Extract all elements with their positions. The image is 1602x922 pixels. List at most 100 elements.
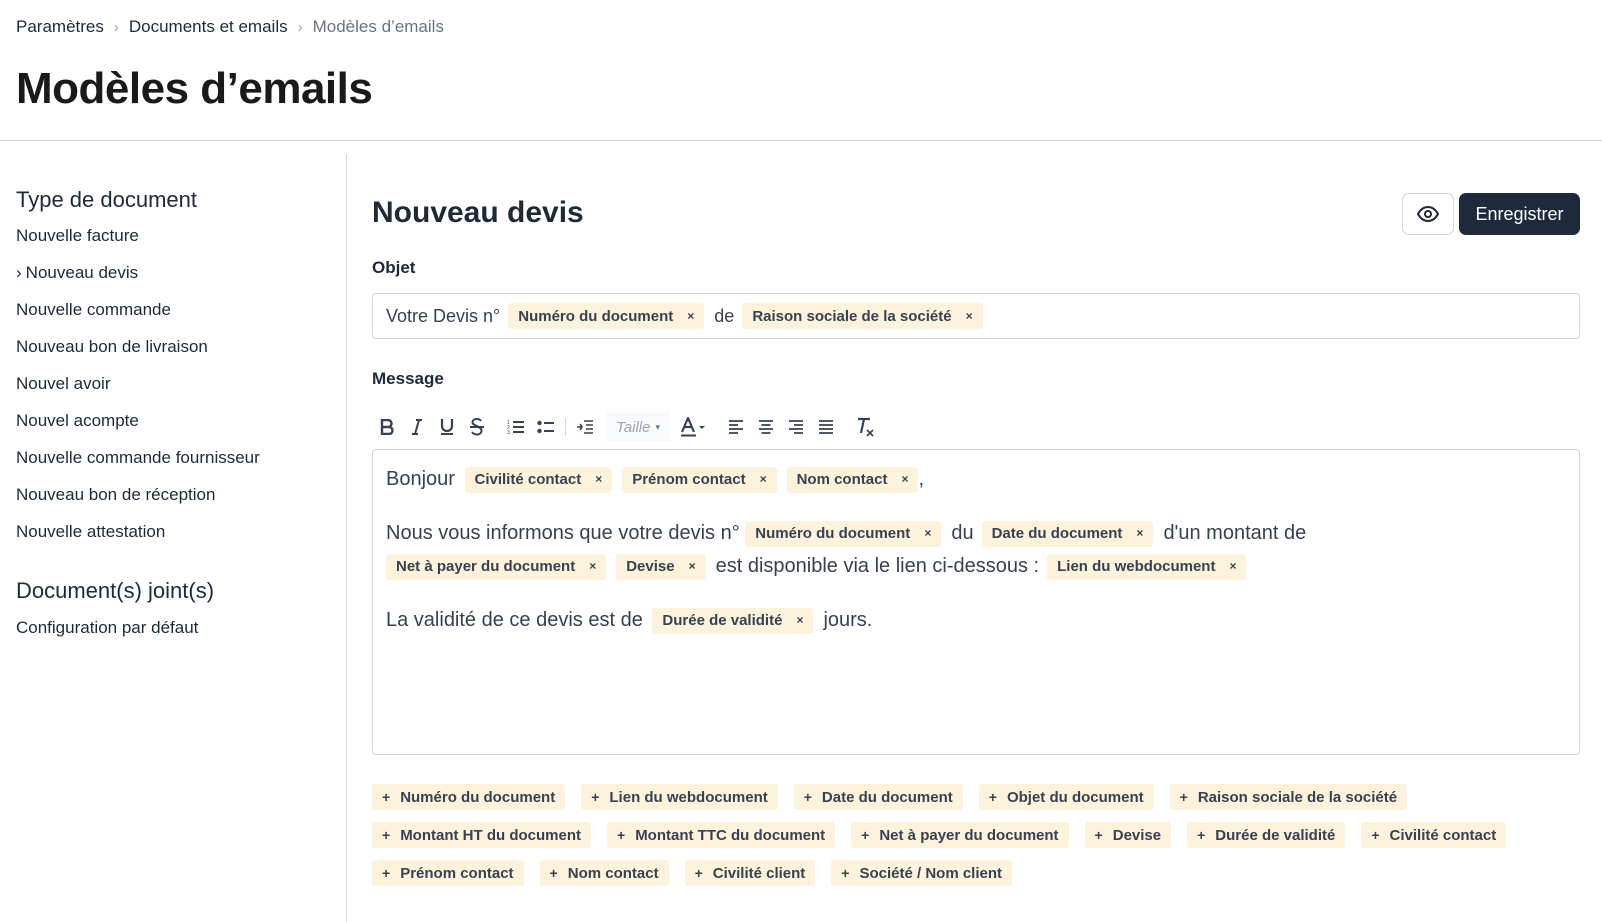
sidebar-item-nouveau-bon-livraison[interactable]: Nouveau bon de livraison — [16, 337, 208, 357]
italic-button[interactable] — [402, 412, 432, 442]
add-variable-button[interactable]: + Civilité client — [684, 860, 816, 886]
chip-label: Devise — [626, 558, 675, 576]
add-variable-button[interactable]: + Montant TTC du document — [607, 822, 836, 848]
plus-icon: + — [382, 789, 391, 805]
add-variable-button[interactable]: + Raison sociale de la société — [1169, 784, 1408, 810]
plus-icon: + — [617, 827, 626, 843]
message-line: La validité de ce devis est de Durée de … — [386, 604, 1566, 637]
sidebar-item-label: Nouvelle facture — [16, 226, 139, 245]
add-variable-button[interactable]: + Date du document — [793, 784, 963, 810]
font-size-select[interactable]: Taille ▾ — [606, 412, 670, 442]
message-text: , — [918, 468, 925, 490]
chevron-right-icon: › — [113, 18, 119, 36]
subject-text: Votre Devis n° — [386, 305, 501, 326]
add-variable-label: Nom contact — [567, 864, 659, 882]
bold-button[interactable] — [372, 412, 402, 442]
sidebar-item-label: Nouvelle commande fournisseur — [16, 448, 260, 467]
add-variable-button[interactable]: + Nom contact — [539, 860, 669, 886]
toolbar-divider — [565, 418, 566, 436]
align-right-button[interactable] — [781, 412, 811, 442]
indent-button[interactable] — [570, 412, 600, 442]
sidebar-item-nouvel-acompte[interactable]: Nouvel acompte — [16, 411, 139, 431]
add-variable-button[interactable]: + Montant HT du document — [372, 822, 591, 848]
sidebar-item-label: Nouveau bon de livraison — [16, 337, 208, 356]
preview-button[interactable] — [1402, 193, 1454, 235]
ordered-list-button[interactable]: 123 — [501, 412, 531, 442]
add-variable-button[interactable]: + Devise — [1084, 822, 1172, 848]
variable-list: + Numéro du document + Lien du webdocument +… — [372, 784, 1580, 886]
remove-icon[interactable]: × — [760, 463, 767, 496]
align-left-button[interactable] — [721, 412, 751, 442]
variable-chip: Numéro du document × — [508, 303, 705, 329]
add-variable-button[interactable]: + Civilité contact — [1361, 822, 1507, 848]
align-center-icon — [759, 420, 773, 434]
clear-format-button[interactable] — [850, 412, 880, 442]
sidebar-item-nouveau-bon-reception[interactable]: Nouveau bon de réception — [16, 485, 215, 505]
message-text: Bonjour — [386, 468, 455, 490]
variable-chip: Date du document × — [981, 520, 1154, 547]
message-editor[interactable]: Bonjour Civilité contact × Prénom contact ×… — [372, 449, 1580, 755]
add-variable-label: Civilité client — [712, 864, 806, 882]
add-variable-label: Numéro du document — [400, 788, 556, 806]
sidebar-item-nouvelle-attestation[interactable]: Nouvelle attestation — [16, 522, 165, 542]
sidebar-item-nouvelle-facture[interactable]: Nouvelle facture — [16, 226, 139, 246]
text-color-button[interactable] — [676, 412, 712, 442]
sidebar-item-nouvel-avoir[interactable]: Nouvel avoir — [16, 374, 111, 394]
bullet-list-button[interactable] — [531, 412, 561, 442]
clear-format-icon — [858, 417, 874, 437]
add-variable-button[interactable]: + Lien du webdocument — [581, 784, 778, 810]
editor-toolbar: 123 Taille ▾ — [372, 411, 880, 443]
document-title: Nouveau devis — [372, 196, 584, 229]
add-variable-label: Civilité contact — [1389, 826, 1497, 844]
remove-icon[interactable]: × — [901, 463, 908, 496]
strikethrough-icon — [470, 418, 484, 436]
add-variable-button[interactable]: + Net à payer du document — [851, 822, 1069, 848]
add-variable-label: Lien du webdocument — [609, 788, 768, 806]
subject-label: Objet — [372, 258, 416, 277]
sidebar-item-nouveau-devis[interactable]: › Nouveau devis — [16, 263, 138, 283]
underline-button[interactable] — [432, 412, 462, 442]
toolbar-divider — [496, 418, 497, 436]
sidebar-item-configuration-defaut[interactable]: Configuration par défaut — [16, 618, 198, 638]
remove-icon[interactable]: × — [1136, 517, 1143, 550]
align-left-icon — [729, 420, 743, 434]
justify-button[interactable] — [811, 412, 841, 442]
sidebar-item-nouvelle-commande[interactable]: Nouvelle commande — [16, 300, 171, 320]
add-variable-button[interactable]: + Prénom contact — [372, 860, 524, 886]
chip-label: Net à payer du document — [396, 558, 576, 576]
variable-chip: Nom contact × — [786, 466, 919, 493]
sidebar-item-nouvelle-commande-fournisseur[interactable]: Nouvelle commande fournisseur — [16, 448, 260, 468]
remove-icon[interactable]: × — [796, 604, 803, 637]
add-variable-label: Date du document — [821, 788, 953, 806]
eye-icon — [1417, 206, 1439, 222]
breadcrumb-item-parametres[interactable]: Paramètres — [16, 17, 104, 37]
plus-icon: + — [382, 865, 391, 881]
breadcrumb-item-documents-emails[interactable]: Documents et emails — [129, 17, 288, 37]
add-variable-button[interactable]: + Société / Nom client — [831, 860, 1013, 886]
indent-icon — [577, 420, 593, 434]
variable-chip: Durée de validité × — [652, 607, 814, 634]
save-button[interactable]: Enregistrer — [1459, 193, 1580, 235]
plus-icon: + — [1094, 827, 1103, 843]
remove-icon[interactable]: × — [687, 309, 694, 323]
sidebar-item-label: Nouvel avoir — [16, 374, 111, 393]
remove-icon[interactable]: × — [1229, 550, 1236, 583]
header-divider — [0, 140, 1602, 141]
variable-chip: Prénom contact × — [622, 466, 777, 493]
add-variable-button[interactable]: + Numéro du document — [372, 784, 566, 810]
plus-icon: + — [1179, 789, 1188, 805]
strikethrough-button[interactable] — [462, 412, 492, 442]
subject-input[interactable]: Votre Devis n° Numéro du document × de Ra… — [372, 293, 1580, 339]
variable-chip: Lien du webdocument × — [1047, 553, 1247, 580]
bullet-list-icon — [537, 420, 554, 434]
remove-icon[interactable]: × — [966, 309, 973, 323]
font-size-label: Taille — [616, 418, 651, 436]
remove-icon[interactable]: × — [589, 550, 596, 583]
bold-icon — [380, 419, 394, 435]
align-center-button[interactable] — [751, 412, 781, 442]
remove-icon[interactable]: × — [689, 550, 696, 583]
add-variable-button[interactable]: + Durée de validité — [1187, 822, 1346, 848]
remove-icon[interactable]: × — [924, 517, 931, 550]
remove-icon[interactable]: × — [595, 463, 602, 496]
add-variable-button[interactable]: + Objet du document — [978, 784, 1154, 810]
